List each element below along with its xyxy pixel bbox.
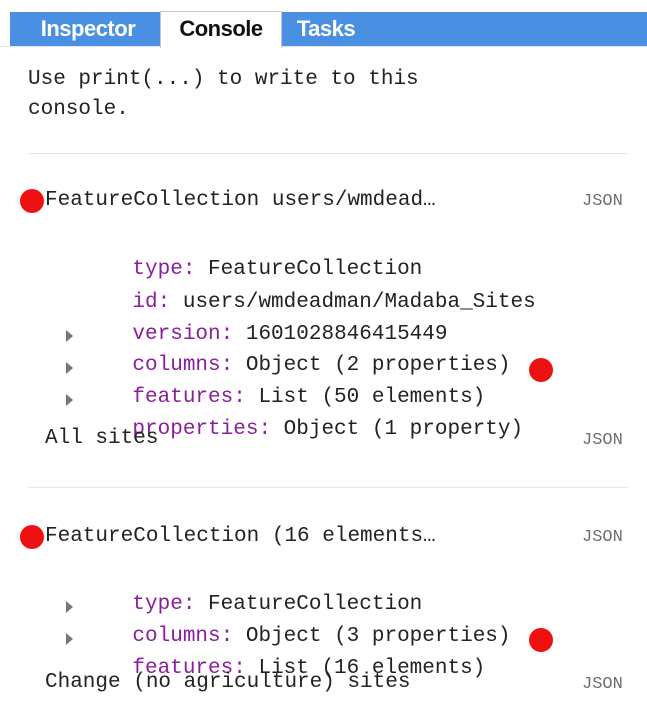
properties-value: Object (1 property) xyxy=(271,418,524,441)
expand-arrow-icon[interactable] xyxy=(66,394,73,406)
entry-2-header[interactable]: FeatureCollection (16 elements… xyxy=(45,522,436,552)
entry-1-features-row[interactable]: features: List (50 elements) xyxy=(82,353,485,409)
breakpoint-marker-icon xyxy=(529,628,553,652)
expand-arrow-icon[interactable] xyxy=(66,330,73,342)
entry-2-json-button[interactable]: JSON xyxy=(582,528,623,547)
entry-1-version-row: version: 1601028846415449 xyxy=(82,290,447,346)
entry-2-label-json-button[interactable]: JSON xyxy=(582,675,623,694)
entry-1-label-json-button[interactable]: JSON xyxy=(582,431,623,450)
console-intro-line-2: console. xyxy=(28,98,129,121)
divider xyxy=(28,153,628,154)
entry-1-id-row: id: users/wmdeadman/Madaba_Sites xyxy=(82,258,535,314)
divider xyxy=(28,487,628,488)
breakpoint-marker-icon xyxy=(20,525,44,549)
expand-arrow-icon[interactable] xyxy=(66,601,73,613)
expand-arrow-icon[interactable] xyxy=(66,362,73,374)
console-panel: Use print(...) to write to this console.… xyxy=(0,47,647,718)
entry-2-features-row[interactable]: features: List (16 elements) xyxy=(82,624,485,680)
entry-1-print-label: All sites xyxy=(45,427,159,450)
entry-1-columns-row[interactable]: columns: Object (2 properties) xyxy=(82,321,510,377)
tab-inspector[interactable]: Inspector xyxy=(20,12,156,46)
entry-2-type-row: type: FeatureCollection xyxy=(82,560,422,616)
entry-1-type-row: type: FeatureCollection xyxy=(82,225,422,281)
entry-1-properties-row[interactable]: properties: Object (1 property) xyxy=(82,385,523,441)
entry-1-json-button[interactable]: JSON xyxy=(582,192,623,211)
entry-2-print-label: Change (no agriculture) sites xyxy=(45,671,411,694)
expand-arrow-icon[interactable] xyxy=(66,633,73,645)
tab-bar: Inspector Console Tasks xyxy=(0,0,647,48)
tab-console[interactable]: Console xyxy=(160,11,282,48)
entry-2-columns-row[interactable]: columns: Object (3 properties) xyxy=(82,592,510,648)
console-intro-line-1: Use print(...) to write to this xyxy=(28,68,419,91)
tab-tasks[interactable]: Tasks xyxy=(286,12,366,46)
entry-1-header[interactable]: FeatureCollection users/wmdead… xyxy=(45,186,436,216)
breakpoint-marker-icon xyxy=(529,358,553,382)
breakpoint-marker-icon xyxy=(20,189,44,213)
